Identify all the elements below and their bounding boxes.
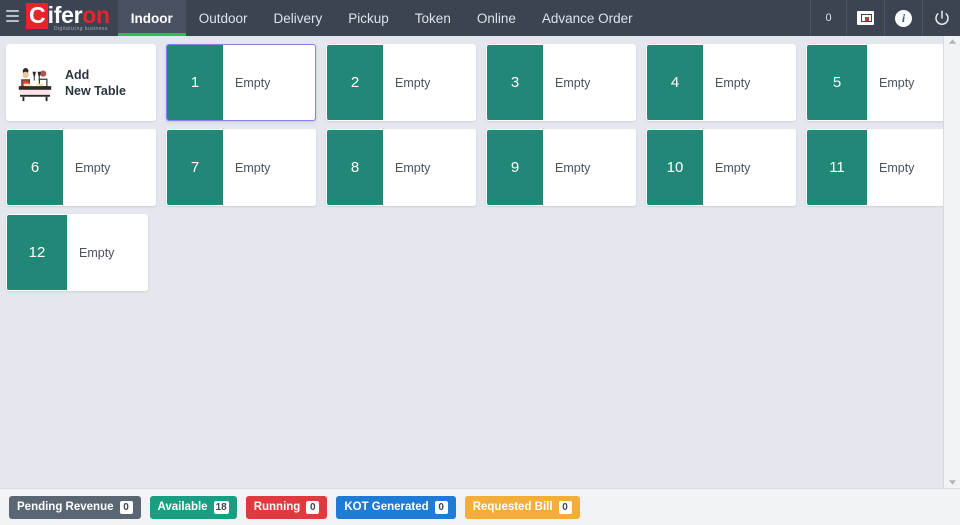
order-counter[interactable]: 0 — [810, 0, 846, 36]
badge-count: 0 — [558, 500, 572, 514]
logo-text-mid: ifer — [47, 2, 83, 28]
badge-label: KOT Generated — [344, 501, 429, 513]
hamburger-line — [5, 20, 19, 22]
table-card-9[interactable]: 9 Empty — [486, 129, 636, 206]
table-status: Empty — [75, 160, 111, 175]
table-card-2[interactable]: 2 Empty — [326, 44, 476, 121]
table-card-5[interactable]: 5 Empty — [806, 44, 948, 121]
table-card-8[interactable]: 8 Empty — [326, 129, 476, 206]
table-card-12[interactable]: 12 Empty — [6, 214, 148, 291]
table-status: Empty — [395, 160, 431, 175]
tab-indoor[interactable]: Indoor — [117, 0, 186, 36]
add-new-table-label: Add New Table — [65, 67, 126, 99]
table-status: Empty — [879, 160, 915, 175]
badge-count: 0 — [306, 500, 320, 514]
table-status: Empty — [879, 75, 915, 90]
logo-wordmark: C ifer on — [26, 2, 110, 29]
tab-pickup[interactable]: Pickup — [335, 0, 402, 36]
header-actions: 0 i — [810, 0, 960, 36]
table-card-1[interactable]: 1 Empty — [166, 44, 316, 121]
badge-pending-revenue[interactable]: Pending Revenue 0 — [9, 495, 141, 519]
table-number: 7 — [167, 130, 223, 205]
table-status: Empty — [555, 75, 591, 90]
scroll-up-arrow-icon[interactable] — [948, 38, 957, 45]
table-number: 2 — [327, 45, 383, 120]
table-grid: Add New Table 1 Empty 2 Empty 3 Empty 4 … — [0, 44, 960, 291]
app-logo[interactable]: C ifer on Digitalizing business — [24, 0, 118, 36]
table-number: 5 — [807, 45, 867, 120]
badge-label: Requested Bill — [472, 501, 553, 513]
customer-display-button[interactable] — [846, 0, 884, 36]
badge-label: Running — [253, 501, 301, 513]
badge-count: 0 — [119, 500, 133, 514]
power-icon — [934, 10, 949, 25]
badge-count: 18 — [213, 500, 229, 514]
table-card-6[interactable]: 6 Empty — [6, 129, 156, 206]
table-status: Empty — [235, 160, 271, 175]
table-number: 9 — [487, 130, 543, 205]
badge-requested-bill[interactable]: Requested Bill 0 — [464, 495, 580, 519]
table-number: 1 — [167, 45, 223, 120]
table-status: Empty — [395, 75, 431, 90]
table-card-3[interactable]: 3 Empty — [486, 44, 636, 121]
tab-outdoor[interactable]: Outdoor — [186, 0, 261, 36]
top-navigation-bar: C ifer on Digitalizing business Indoor O… — [0, 0, 960, 36]
nav-tabs: Indoor Outdoor Delivery Pickup Token Onl… — [117, 0, 646, 36]
dining-table-people-icon — [18, 67, 52, 101]
table-card-4[interactable]: 4 Empty — [646, 44, 796, 121]
hamburger-line — [5, 15, 19, 17]
vertical-scrollbar[interactable] — [943, 36, 960, 488]
hamburger-line — [5, 10, 19, 12]
table-number: 6 — [7, 130, 63, 205]
scrollbar-track[interactable] — [944, 45, 960, 479]
tab-delivery[interactable]: Delivery — [261, 0, 336, 36]
table-number: 3 — [487, 45, 543, 120]
table-status: Empty — [715, 75, 751, 90]
table-card-7[interactable]: 7 Empty — [166, 129, 316, 206]
badge-count: 0 — [434, 500, 448, 514]
table-status: Empty — [79, 245, 115, 260]
badge-running[interactable]: Running 0 — [245, 495, 328, 519]
logo-tagline: Digitalizing business — [54, 26, 108, 32]
tab-online[interactable]: Online — [464, 0, 529, 36]
add-label-line1: Add — [65, 67, 90, 82]
status-bar: Pending Revenue 0 Available 18 Running 0… — [0, 488, 960, 525]
table-status: Empty — [715, 160, 751, 175]
table-number: 11 — [807, 130, 867, 205]
scroll-down-arrow-icon[interactable] — [948, 479, 957, 486]
add-new-table-button[interactable]: Add New Table — [6, 44, 156, 121]
logo-letter-c: C — [26, 2, 48, 29]
table-number: 8 — [327, 130, 383, 205]
logo-text-tail: on — [82, 2, 110, 28]
info-button[interactable]: i — [884, 0, 922, 36]
table-number: 12 — [7, 215, 67, 290]
table-status: Empty — [555, 160, 591, 175]
table-number: 4 — [647, 45, 703, 120]
table-number: 10 — [647, 130, 703, 205]
table-status: Empty — [235, 75, 271, 90]
badge-label: Available — [157, 501, 208, 513]
table-area: Add New Table 1 Empty 2 Empty 3 Empty 4 … — [0, 36, 960, 488]
tab-token[interactable]: Token — [402, 0, 464, 36]
monitor-screen-icon — [857, 11, 874, 25]
power-button[interactable] — [922, 0, 960, 36]
table-card-10[interactable]: 10 Empty — [646, 129, 796, 206]
badge-label: Pending Revenue — [17, 501, 114, 513]
tab-advance-order[interactable]: Advance Order — [529, 0, 646, 36]
table-card-11[interactable]: 11 Empty — [806, 129, 948, 206]
badge-kot-generated[interactable]: KOT Generated 0 — [336, 495, 456, 519]
hamburger-menu-icon[interactable] — [0, 0, 24, 36]
badge-available[interactable]: Available 18 — [149, 495, 237, 519]
info-icon: i — [895, 9, 912, 27]
add-label-line2: New Table — [65, 83, 126, 98]
